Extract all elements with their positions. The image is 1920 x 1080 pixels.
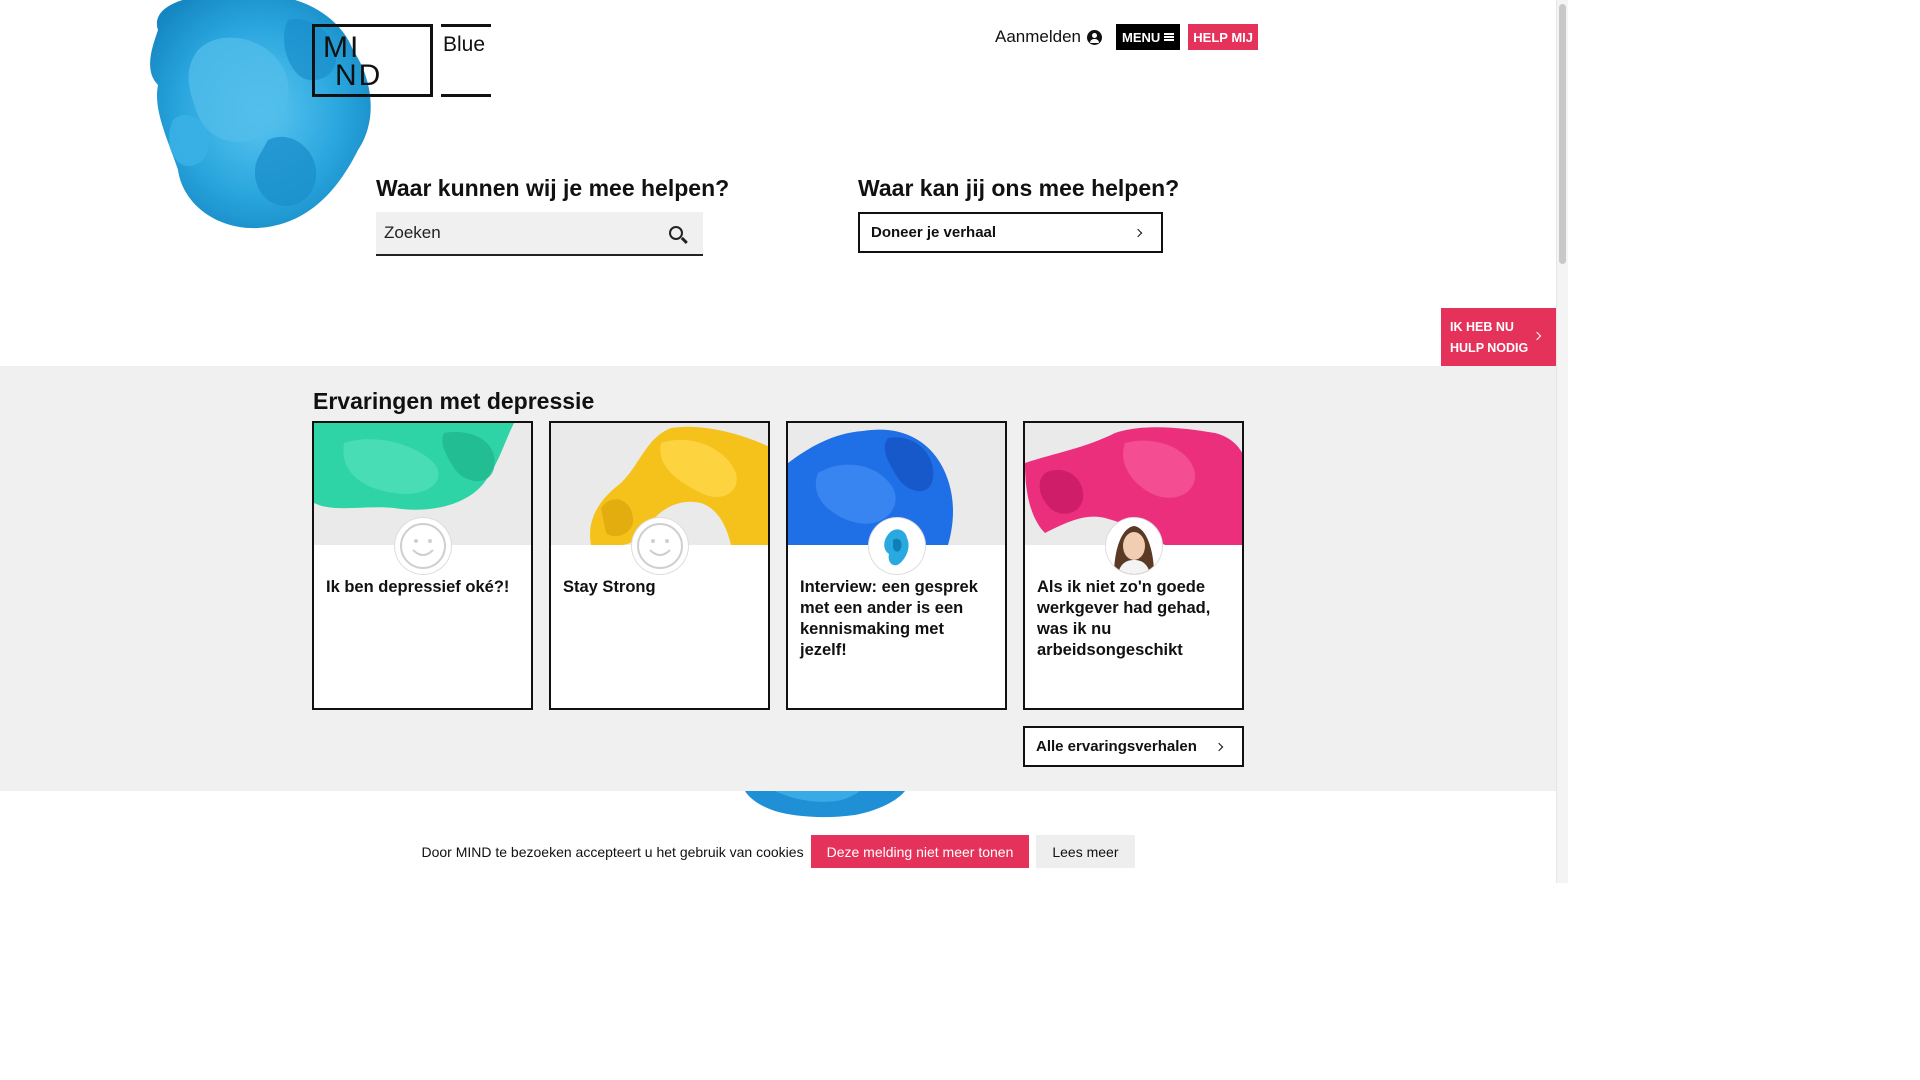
logo-suffix-box: Blue	[441, 24, 491, 97]
dismiss-cookie-button[interactable]: Deze melding niet meer tonen	[810, 835, 1030, 868]
experience-card[interactable]: Stay Strong	[549, 421, 770, 710]
login-link[interactable]: Aanmelden	[995, 27, 1103, 47]
experience-card[interactable]: Ik ben depressief oké?!	[312, 421, 533, 710]
ink-splash-image-bottom	[745, 791, 905, 818]
blue-ink-avatar	[868, 518, 925, 574]
smiley-icon	[394, 518, 451, 574]
header-actions: Aanmelden MENU HELP MIJ	[995, 24, 1259, 50]
smiley-icon	[631, 518, 688, 574]
card-title: Interview: een gesprek met een ander is …	[800, 578, 978, 659]
scrollbar-thumb[interactable]	[1559, 4, 1566, 264]
search-input[interactable]	[376, 212, 646, 254]
experiences-heading: Ervaringen met depressie	[313, 388, 595, 414]
card-title: Als ik niet zo'n goede werkgever had geh…	[1037, 578, 1211, 659]
logo-box: MI ND	[312, 24, 433, 97]
mind-blue-logo[interactable]: MI ND Blue	[312, 24, 491, 97]
user-circle-icon	[1087, 29, 1103, 45]
donate-section: Waar kan jij ons mee helpen? Doneer je v…	[858, 175, 1179, 253]
experience-cards: Ik ben depressief oké?! Stay Strong Inte…	[312, 421, 1244, 710]
card-title: Stay Strong	[563, 578, 656, 596]
hamburger-icon	[1164, 33, 1175, 41]
donate-heading: Waar kan jij ons mee helpen?	[858, 175, 1180, 201]
donate-label: Doneer je verhaal	[871, 224, 997, 241]
all-stories-label: Alle ervaringsverhalen	[1036, 738, 1197, 755]
card-title: Ik ben depressief oké?!	[326, 578, 510, 596]
search-heading: Waar kunnen wij je mee helpen?	[376, 175, 730, 201]
chevron-right-icon	[1214, 742, 1224, 751]
read-more-button[interactable]: Lees meer	[1036, 835, 1135, 868]
donate-story-button[interactable]: Doneer je verhaal	[858, 212, 1163, 253]
chevron-right-icon	[1133, 228, 1143, 237]
cookie-bar: Door MIND te bezoeken accepteert u het g…	[0, 820, 1556, 883]
search-box	[376, 212, 703, 256]
menu-label: MENU	[1122, 29, 1161, 45]
help-search-section: Waar kunnen wij je mee helpen?	[376, 175, 729, 256]
page-scrollbar[interactable]	[1556, 0, 1568, 883]
cookie-text: Door MIND te bezoeken accepteert u het g…	[421, 843, 804, 860]
experience-card[interactable]: Interview: een gesprek met een ander is …	[786, 421, 1007, 710]
help-me-button[interactable]: HELP MIJ	[1188, 24, 1259, 50]
login-label: Aanmelden	[995, 27, 1082, 46]
dismiss-cookie-label: Deze melding niet meer tonen	[826, 843, 1014, 860]
all-stories-button[interactable]: Alle ervaringsverhalen	[1023, 726, 1244, 767]
portrait-avatar	[1105, 518, 1162, 574]
menu-button[interactable]: MENU	[1116, 24, 1181, 50]
urgent-help-tab[interactable]: IK HEB NU HULP NODIG	[1441, 308, 1556, 366]
urgent-line2: HULP NODIG	[1450, 341, 1529, 355]
search-icon[interactable]	[669, 226, 683, 240]
logo-suffix: Blue	[443, 33, 486, 56]
logo-text-line2: ND	[335, 59, 383, 92]
read-more-label: Lees meer	[1052, 843, 1119, 860]
help-label: HELP MIJ	[1193, 29, 1254, 45]
experience-card[interactable]: Als ik niet zo'n goede werkgever had geh…	[1023, 421, 1244, 710]
